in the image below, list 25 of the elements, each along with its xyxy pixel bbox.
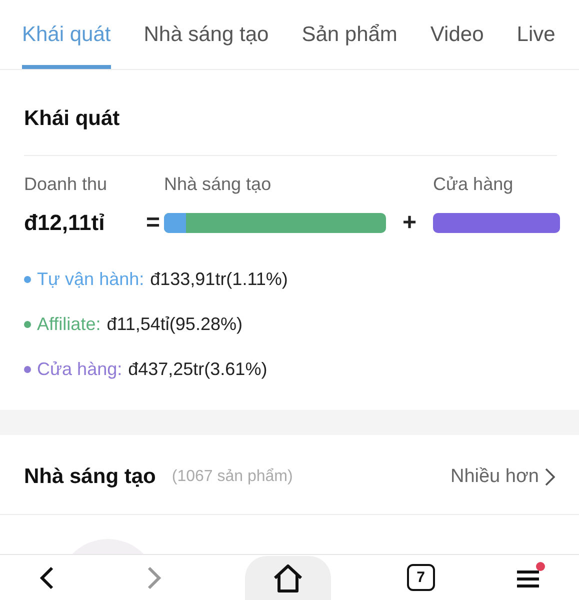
legend-value: đ133,91tr(1.11%)	[150, 269, 288, 290]
revenue-label: Doanh thu	[24, 174, 108, 195]
tab[interactable]: Sản phẩm	[302, 0, 398, 69]
legend-value: đ11,54tỉ(95.28%)	[106, 314, 242, 335]
legend-value: đ437,25tr(3.61%)	[128, 359, 268, 380]
product-count: (1067 sản phẩm)	[172, 468, 293, 486]
plus-sign: +	[401, 209, 418, 237]
tab[interactable]: Live	[516, 0, 556, 69]
more-link[interactable]: Nhiều hơn	[450, 466, 555, 488]
home-icon	[272, 562, 304, 592]
tabs-button[interactable]: 7	[404, 556, 438, 600]
section-title: Nhà sáng tạo	[24, 464, 156, 488]
creator-label: Nhà sáng tạo	[164, 174, 272, 195]
section-title: Khái quát	[24, 70, 557, 156]
store-label: Cửa hàng	[433, 174, 514, 195]
legend-label: Tự vận hành:	[37, 269, 144, 290]
tab[interactable]: Nhà sáng tạo	[144, 0, 269, 69]
chevron-icon	[545, 468, 555, 486]
tab[interactable]: Video	[430, 0, 484, 69]
legend-label: Cửa hàng:	[37, 359, 122, 380]
tab-count: 7	[406, 564, 435, 591]
revenue-value: đ12,11tỉ	[24, 210, 106, 236]
home-button[interactable]	[244, 556, 330, 600]
legend-label: Affiliate:	[37, 314, 101, 335]
equals-sign: =	[144, 209, 161, 237]
